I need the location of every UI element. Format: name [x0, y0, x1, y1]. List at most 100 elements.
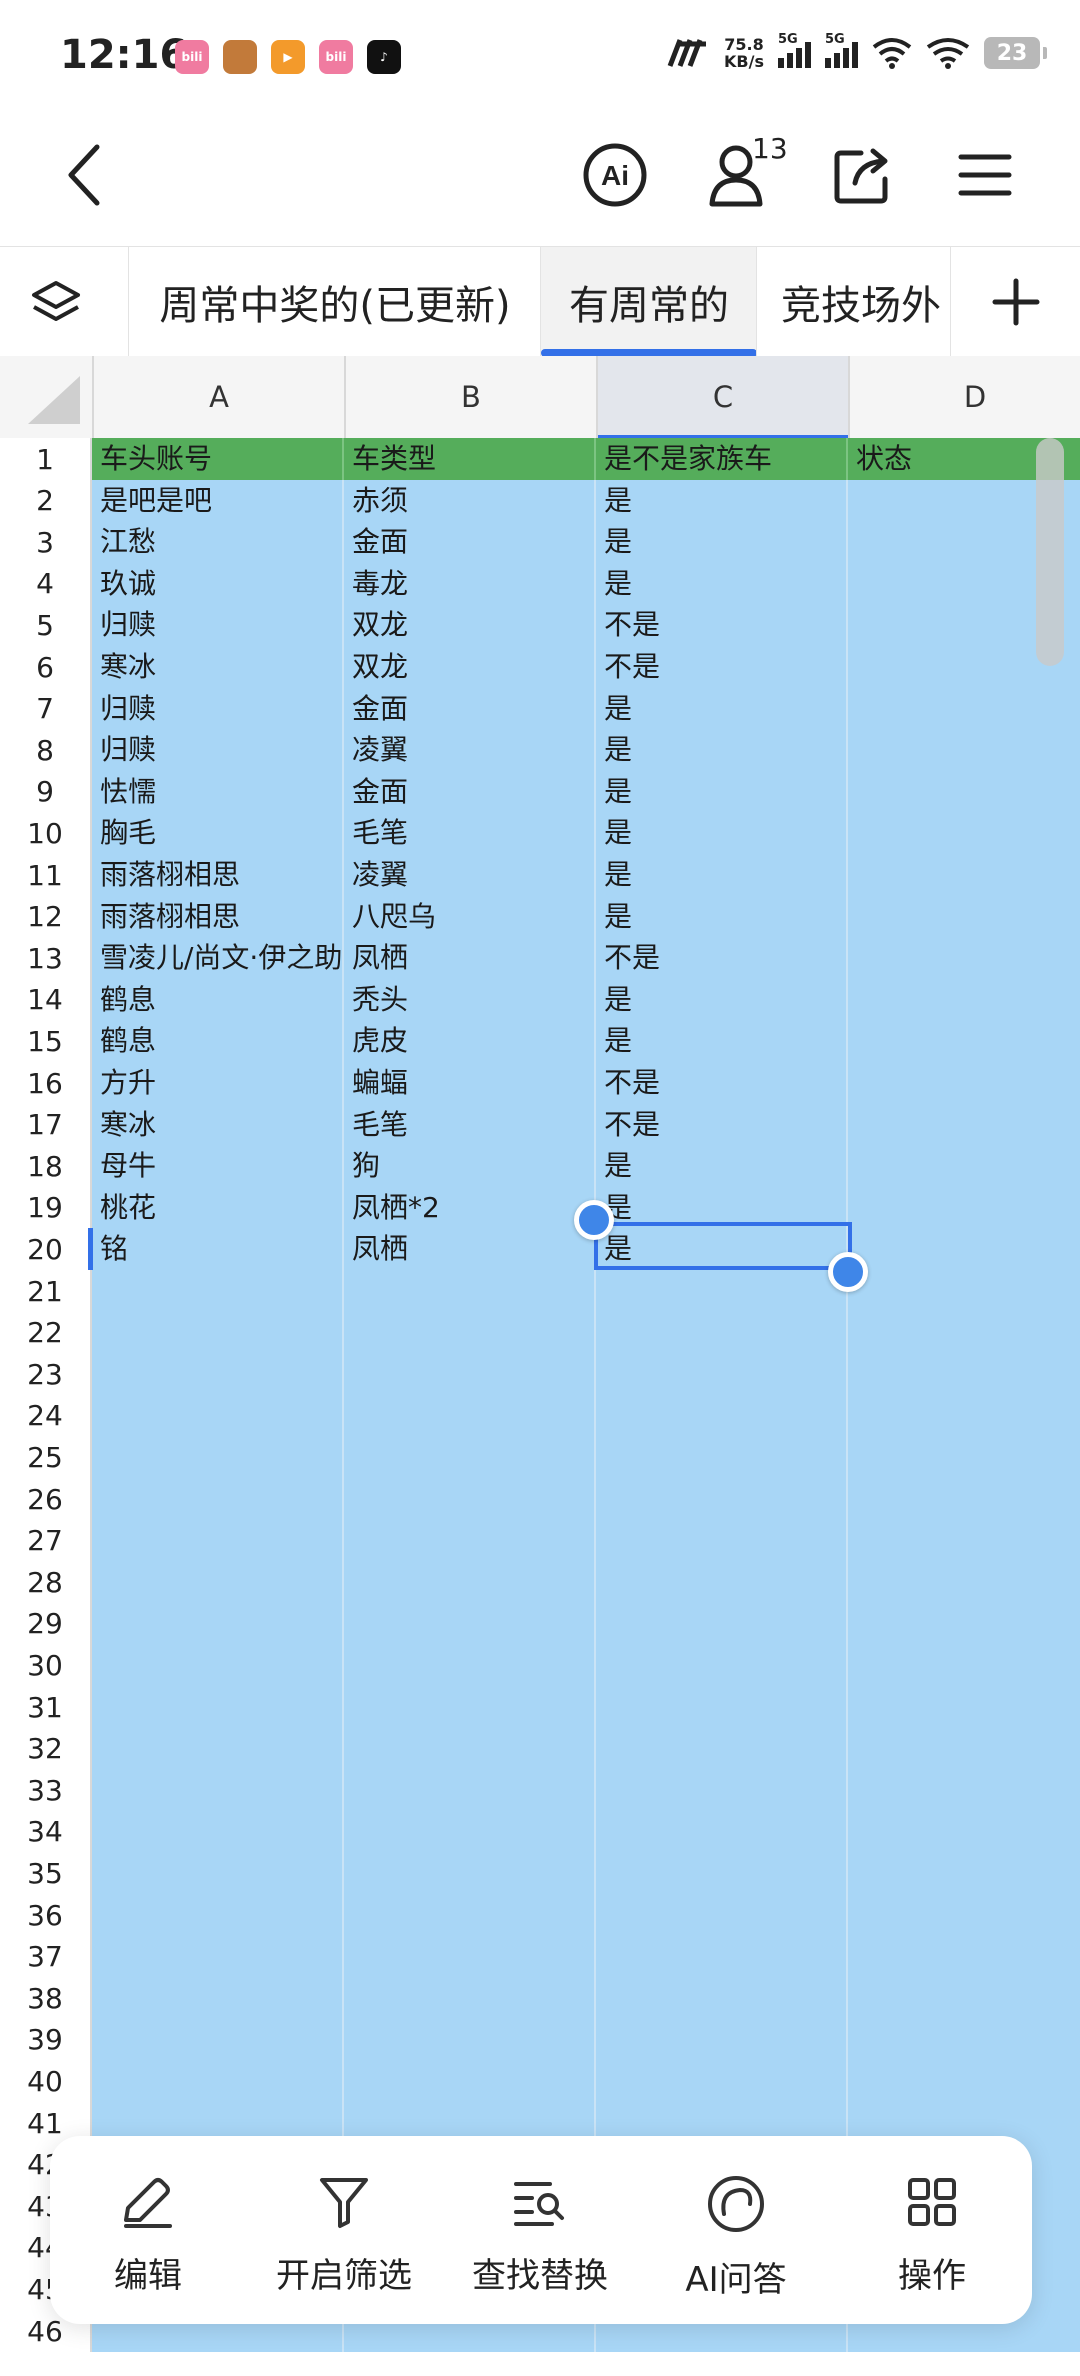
row-number[interactable]: 37: [0, 1935, 92, 1978]
cell[interactable]: 赤须: [344, 479, 596, 522]
row-number[interactable]: 32: [0, 1727, 92, 1770]
row-number[interactable]: 27: [0, 1519, 92, 1562]
cell[interactable]: 归赎: [92, 604, 344, 647]
cell[interactable]: [848, 1686, 1080, 1728]
row-number[interactable]: 7: [0, 687, 92, 730]
row-number[interactable]: 26: [0, 1478, 92, 1520]
cell[interactable]: [848, 1062, 1080, 1104]
cell[interactable]: [344, 1436, 596, 1479]
row-number[interactable]: 35: [0, 1852, 92, 1895]
cell[interactable]: 凌翼: [344, 729, 596, 772]
cell[interactable]: [344, 1644, 596, 1687]
cell[interactable]: [92, 1311, 344, 1354]
column-header-c[interactable]: C: [596, 356, 848, 440]
cell[interactable]: [344, 1852, 596, 1895]
cell[interactable]: 毒龙: [344, 562, 596, 605]
cell[interactable]: 不是: [596, 937, 848, 980]
cell[interactable]: [848, 2060, 1080, 2102]
cell[interactable]: 不是: [596, 1062, 848, 1104]
cell[interactable]: [596, 1727, 848, 1770]
menu-button[interactable]: [950, 140, 1020, 210]
cell[interactable]: 鹤息: [92, 1020, 344, 1063]
cell[interactable]: [848, 1187, 1080, 1229]
cell[interactable]: 蝙蝠: [344, 1062, 596, 1104]
cell[interactable]: [596, 1769, 848, 1812]
cell[interactable]: [92, 2060, 344, 2103]
cell[interactable]: [344, 1727, 596, 1770]
cell[interactable]: [848, 1561, 1080, 1603]
cell[interactable]: 雨落栩相思: [92, 895, 344, 938]
cell[interactable]: [344, 2018, 596, 2061]
cell[interactable]: [92, 1852, 344, 1895]
cell[interactable]: 玖诚: [92, 562, 344, 605]
cell[interactable]: [344, 1935, 596, 1978]
cell[interactable]: 秃头: [344, 978, 596, 1021]
cell[interactable]: [344, 1353, 596, 1396]
cell[interactable]: 是: [596, 687, 848, 730]
cell[interactable]: [92, 1935, 344, 1978]
cell[interactable]: [344, 1270, 596, 1312]
cell[interactable]: [344, 1311, 596, 1354]
cell[interactable]: [92, 2018, 344, 2061]
find-replace-button[interactable]: 查找替换: [442, 2136, 638, 2324]
cell[interactable]: [344, 1686, 596, 1728]
cell[interactable]: [596, 1478, 848, 1520]
row-number[interactable]: 22: [0, 1311, 92, 1354]
row-number[interactable]: 33: [0, 1769, 92, 1812]
cell[interactable]: 狗: [344, 1145, 596, 1188]
row-number[interactable]: 6: [0, 646, 92, 688]
cell[interactable]: [848, 979, 1080, 1021]
row-number[interactable]: 10: [0, 812, 92, 855]
cell[interactable]: [596, 1810, 848, 1853]
cell[interactable]: [848, 1977, 1080, 2019]
column-title-cell[interactable]: 车头账号: [92, 438, 344, 480]
cell[interactable]: 江愁: [92, 521, 344, 564]
cell[interactable]: [596, 1436, 848, 1479]
cell[interactable]: [848, 729, 1080, 771]
cell[interactable]: 桃花: [92, 1186, 344, 1229]
column-title-cell[interactable]: 是不是家族车: [596, 438, 848, 480]
share-button[interactable]: [828, 140, 898, 210]
tab-arena-outside[interactable]: 竞技场外: [756, 247, 950, 357]
cell[interactable]: [344, 1602, 596, 1645]
row-number[interactable]: 2: [0, 479, 92, 522]
sheet-list-button[interactable]: [30, 277, 82, 333]
cell[interactable]: [92, 1519, 344, 1562]
cell[interactable]: [92, 1394, 344, 1437]
cell[interactable]: [848, 1104, 1080, 1146]
cell[interactable]: 凤栖: [344, 937, 596, 980]
cell[interactable]: [344, 1894, 596, 1936]
cell[interactable]: 是: [596, 729, 848, 772]
cell[interactable]: [596, 1561, 848, 1604]
cell[interactable]: 怯懦: [92, 770, 344, 813]
edit-button[interactable]: 编辑: [50, 2136, 246, 2324]
cell[interactable]: 雨落栩相思: [92, 854, 344, 896]
vertical-scrollbar[interactable]: [1036, 438, 1064, 666]
spreadsheet-grid[interactable]: A B C D 1 车头账号 车类型 是不是家族车 状态 2 是吧是吧 赤须是 3 江愁 金面是 4 玖…: [0, 356, 1080, 2376]
row-number[interactable]: 23: [0, 1353, 92, 1396]
cell[interactable]: 不是: [596, 646, 848, 688]
cell[interactable]: [848, 1520, 1080, 1562]
operations-button[interactable]: 操作: [834, 2136, 1030, 2324]
cell[interactable]: 是: [596, 1145, 848, 1188]
cell[interactable]: [848, 1145, 1080, 1187]
cell[interactable]: 金面: [344, 687, 596, 730]
cell[interactable]: [848, 1312, 1080, 1354]
row-number[interactable]: 9: [0, 770, 92, 813]
cell[interactable]: 是: [596, 1020, 848, 1063]
cell[interactable]: [848, 812, 1080, 854]
cell[interactable]: [848, 771, 1080, 813]
cell[interactable]: [848, 1852, 1080, 1894]
cell[interactable]: [596, 1977, 848, 2020]
row-number[interactable]: 34: [0, 1810, 92, 1853]
row-number[interactable]: 14: [0, 978, 92, 1021]
cell[interactable]: [92, 1478, 344, 1520]
row-number[interactable]: 36: [0, 1894, 92, 1936]
cell[interactable]: [596, 1311, 848, 1354]
cell[interactable]: 归赎: [92, 687, 344, 730]
ai-qa-button[interactable]: AI问答: [638, 2136, 834, 2324]
cell[interactable]: [344, 1394, 596, 1437]
cell[interactable]: [344, 1810, 596, 1853]
row-number[interactable]: 20: [0, 1228, 92, 1271]
cell[interactable]: [848, 854, 1080, 896]
